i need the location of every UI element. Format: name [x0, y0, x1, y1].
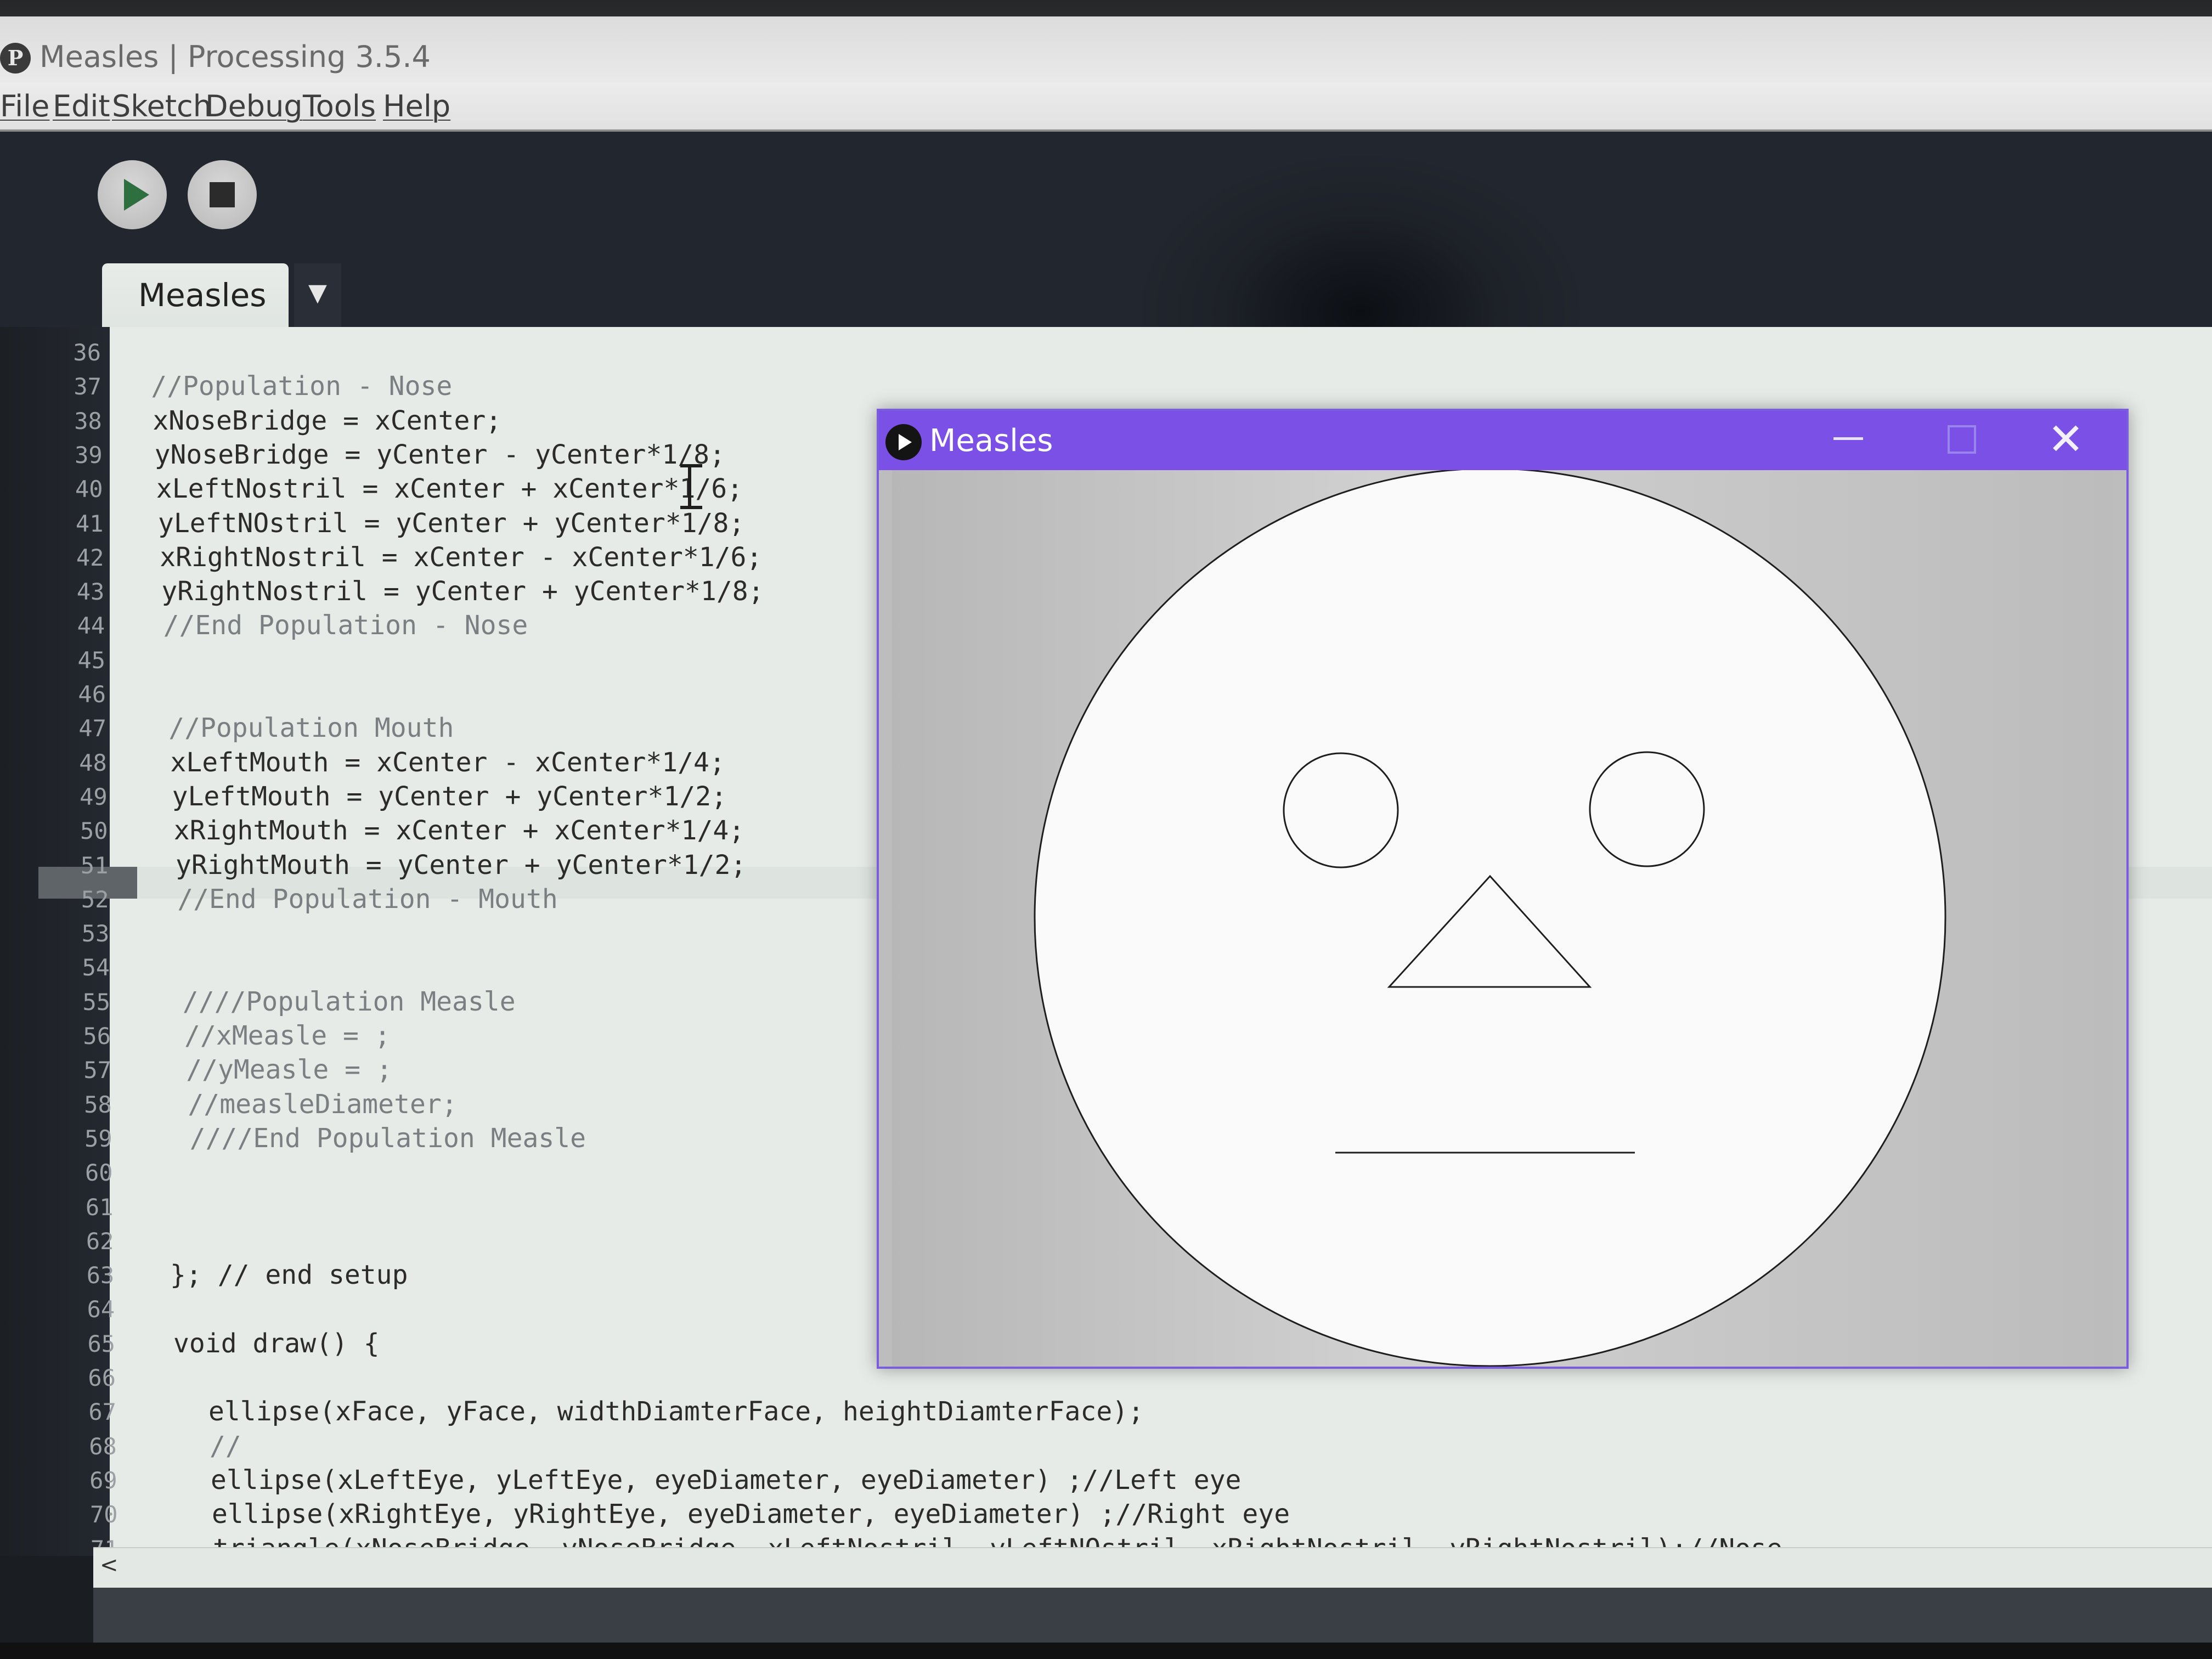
chevron-down-icon: ▼ — [308, 279, 327, 307]
code-line[interactable]: //Population Mouth — [168, 713, 454, 743]
code-line[interactable]: ////End Population Measle — [190, 1123, 586, 1154]
line-number: 45 — [77, 646, 106, 674]
line-number: 64 — [87, 1296, 115, 1323]
left-eye-circle — [1283, 752, 1399, 868]
line-number: 60 — [85, 1159, 113, 1187]
code-line[interactable]: ellipse(xLeftEye, yLeftEye, eyeDiameter,… — [211, 1465, 1241, 1496]
code-line[interactable]: xNoseBridge = xCenter; — [153, 405, 501, 436]
menu-file[interactable]: File — [0, 89, 49, 123]
close-icon[interactable]: ✕ — [2047, 417, 2084, 461]
code-line[interactable]: yRightNostril = yCenter + yCenter*1/8; — [161, 576, 764, 607]
code-line[interactable]: //End Population - Mouth — [177, 884, 558, 915]
code-line[interactable]: xRightMouth = xCenter + xCenter*1/4; — [174, 815, 744, 846]
sketch-titlebar[interactable]: Measles ✕ — [879, 411, 2126, 470]
tab-label: Measles — [138, 276, 267, 314]
code-line[interactable]: ellipse(xRightEye, yRightEye, eyeDiamete… — [212, 1499, 1290, 1530]
line-number: 49 — [80, 783, 108, 810]
line-number: 52 — [81, 885, 109, 913]
line-number: 44 — [77, 612, 105, 640]
tab-measles[interactable]: Measles — [102, 263, 289, 329]
line-number: 66 — [88, 1364, 116, 1391]
console-status-bar — [93, 1588, 2212, 1643]
screen-bezel — [0, 1643, 2212, 1659]
menu-tools[interactable]: Tools — [303, 89, 376, 123]
line-number: 56 — [83, 1023, 111, 1049]
code-line[interactable]: //xMeasle = ; — [184, 1020, 391, 1051]
stop-icon — [210, 182, 235, 207]
code-line[interactable]: void draw() { — [173, 1328, 380, 1359]
line-number: 55 — [82, 988, 111, 1015]
scroll-left-icon[interactable]: < — [100, 1553, 119, 1578]
line-number: 40 — [75, 476, 103, 503]
processing-logo-icon: P — [0, 43, 31, 74]
stop-button[interactable] — [188, 160, 257, 229]
menu-debug[interactable]: Debug — [205, 89, 303, 123]
code-line[interactable]: ////Population Measle — [183, 986, 516, 1017]
line-number: 48 — [79, 749, 107, 776]
line-number: 68 — [89, 1432, 117, 1460]
sketch-canvas[interactable] — [892, 470, 2113, 1367]
line-number: 51 — [80, 851, 109, 879]
play-icon — [124, 179, 149, 211]
run-button[interactable] — [98, 160, 167, 229]
menu-edit[interactable]: Edit — [53, 89, 110, 123]
line-number: 42 — [76, 544, 104, 571]
code-line[interactable]: xLeftMouth = xCenter - xCenter*1/4; — [170, 747, 725, 778]
line-number: 57 — [83, 1057, 111, 1084]
line-number: 53 — [81, 920, 110, 947]
line-number: 47 — [78, 715, 106, 742]
code-line[interactable]: xRightNostril = xCenter - xCenter*1/6; — [160, 542, 762, 573]
menu-bar: File Edit Sketch Debug Tools Help — [0, 82, 2212, 132]
line-number: 41 — [75, 510, 104, 537]
window-title: Measles | Processing 3.5.4 — [40, 40, 431, 74]
tab-menu-button[interactable]: ▼ — [294, 263, 341, 329]
line-number: 61 — [85, 1193, 114, 1221]
processing-ide: P Measles | Processing 3.5.4 File Edit S… — [0, 0, 2212, 1659]
menu-help[interactable]: Help — [383, 89, 450, 123]
line-number: 43 — [76, 578, 105, 606]
line-number: 39 — [75, 441, 103, 469]
line-number: 65 — [87, 1330, 116, 1357]
code-line[interactable]: yLeftNOstril = yCenter + yCenter*1/8; — [158, 508, 744, 539]
code-line[interactable]: //yMeasle = ; — [186, 1054, 392, 1085]
line-number: 59 — [84, 1125, 112, 1152]
line-number: 50 — [80, 817, 108, 845]
sketch-window[interactable]: Measles ✕ — [877, 409, 2129, 1369]
code-line[interactable]: // — [210, 1431, 241, 1462]
line-number: 54 — [82, 954, 110, 981]
line-number: 58 — [84, 1091, 112, 1118]
code-line[interactable]: xLeftNostril = xCenter + xCenter*1/6; — [156, 473, 743, 504]
code-line[interactable]: yLeftMouth = yCenter + yCenter*1/2; — [172, 781, 727, 812]
line-number: 67 — [88, 1398, 116, 1426]
code-line[interactable]: ellipse(xFace, yFace, widthDiamterFace, … — [208, 1396, 1144, 1427]
right-eye-circle — [1589, 751, 1705, 867]
code-line[interactable]: }; // end setup — [170, 1260, 408, 1290]
face-drawing — [1034, 470, 1946, 1367]
line-number: 62 — [86, 1227, 114, 1255]
line-number: 70 — [90, 1501, 118, 1528]
play-icon — [885, 424, 922, 460]
line-number: 46 — [78, 681, 106, 708]
text-cursor-icon — [680, 464, 704, 509]
minimize-icon[interactable] — [1833, 437, 1863, 440]
code-line[interactable]: //Population - Nose — [151, 371, 452, 402]
line-number: 37 — [74, 373, 101, 400]
menu-sketch[interactable]: Sketch — [112, 89, 212, 123]
line-number: 38 — [74, 407, 102, 435]
code-line[interactable]: //measleDiameter; — [188, 1089, 457, 1120]
code-line[interactable]: yNoseBridge = yCenter - yCenter*1/8; — [155, 439, 725, 470]
code-line[interactable]: //End Population - Nose — [163, 610, 528, 641]
horizontal-scrollbar[interactable]: < — [93, 1547, 2212, 1589]
line-number: 69 — [89, 1466, 117, 1494]
line-number: 63 — [86, 1262, 115, 1289]
code-line[interactable]: yRightMouth = yCenter + yCenter*1/2; — [176, 850, 746, 881]
maximize-icon[interactable] — [1948, 425, 1976, 454]
sketch-title: Measles — [929, 423, 1053, 459]
line-number: 36 — [73, 339, 101, 366]
